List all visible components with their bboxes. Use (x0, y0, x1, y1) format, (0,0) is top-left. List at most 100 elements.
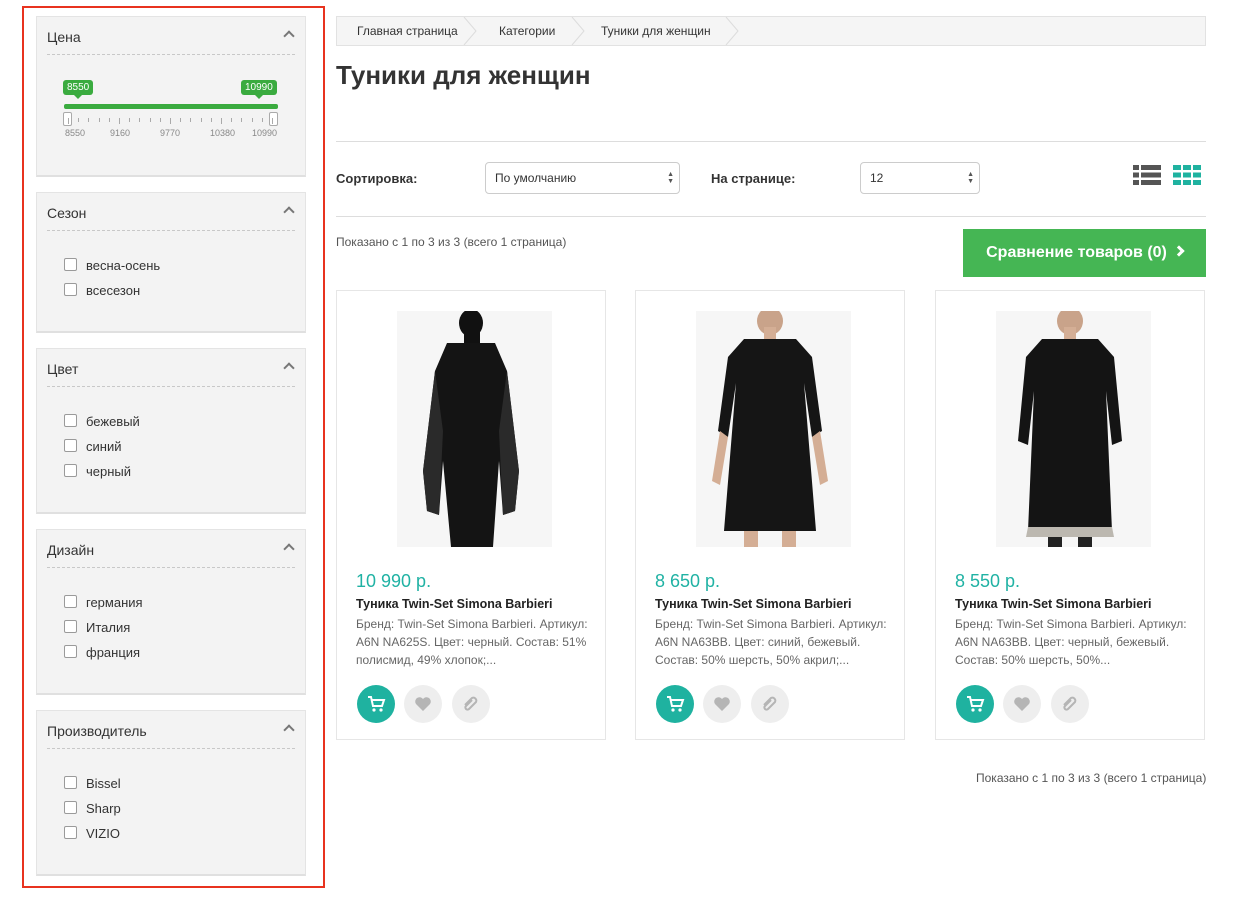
filter-option-label: синий (86, 439, 122, 454)
filter-option-label: Sharp (86, 801, 121, 816)
price-scale-tick (108, 118, 110, 122)
filter-option-label: VIZIO (86, 826, 120, 841)
results-count-bottom: Показано с 1 по 3 из 3 (всего 1 страница… (976, 771, 1207, 785)
price-scale-tick (68, 118, 69, 124)
compare-button[interactable] (1051, 685, 1089, 723)
breadcrumb-home[interactable]: Главная страница (357, 17, 458, 45)
price-scale-label: 10990 (252, 128, 278, 138)
filter-title: Сезон (47, 205, 87, 221)
filter-design: Дизайн германия Италия франция (36, 529, 306, 695)
price-scale-tick (190, 118, 192, 122)
filter-design-header[interactable]: Дизайн (47, 530, 295, 568)
checkbox[interactable] (64, 464, 77, 477)
add-to-cart-button[interactable] (656, 685, 694, 723)
price-scale-label: 9770 (160, 128, 181, 138)
product-name[interactable]: Туника Twin-Set Simona Barbieri (955, 597, 1152, 611)
filter-option-label: германия (86, 595, 143, 610)
paperclip-icon (1063, 696, 1077, 711)
filter-title: Производитель (47, 723, 147, 739)
checkbox[interactable] (64, 801, 77, 814)
price-min-badge: 8550 (63, 80, 94, 99)
grid-view-icon[interactable] (1173, 164, 1201, 186)
breadcrumb-separator-icon (725, 17, 739, 45)
add-to-cart-button[interactable] (956, 685, 994, 723)
product-card: 10 990 р. Туника Twin-Set Simona Barbier… (336, 290, 606, 740)
cart-icon (368, 696, 386, 712)
checkbox[interactable] (64, 826, 77, 839)
checkbox[interactable] (64, 776, 77, 789)
price-scale-tick (272, 118, 273, 124)
product-name[interactable]: Туника Twin-Set Simona Barbieri (356, 597, 553, 611)
price-scale-tick (251, 118, 253, 122)
price-scale-tick (98, 118, 100, 122)
chevron-right-icon (1173, 245, 1185, 257)
product-name[interactable]: Туника Twin-Set Simona Barbieri (655, 597, 852, 611)
chevron-up-icon[interactable] (283, 724, 295, 736)
filter-option-label: Bissel (86, 776, 121, 791)
paperclip-icon (763, 696, 777, 711)
product-description: Бренд: Twin-Set Simona Barbieri. Артикул… (955, 617, 1187, 667)
checkbox[interactable] (64, 620, 77, 633)
filter-manufacturer-header[interactable]: Производитель (47, 711, 295, 749)
filter-season-header[interactable]: Сезон (47, 193, 295, 231)
price-scale-tick (180, 118, 182, 122)
price-range-track[interactable] (64, 104, 278, 109)
chevron-up-icon[interactable] (283, 543, 295, 555)
breadcrumb: Главная страница Категории Туники для же… (336, 16, 1206, 46)
checkbox[interactable] (64, 595, 77, 608)
product-card: 8 550 р. Туника Twin-Set Simona Barbieri… (935, 290, 1205, 740)
checkbox[interactable] (64, 414, 77, 427)
product-image[interactable] (636, 311, 904, 547)
per-page-select[interactable]: 12 ▲ ▼ (860, 162, 980, 194)
price-scale-tick (129, 118, 131, 122)
breadcrumb-current[interactable]: Туники для женщин (601, 17, 711, 45)
price-scale-tick (210, 118, 212, 122)
chevron-up-icon[interactable] (283, 362, 295, 374)
price-scale-label: 9160 (110, 128, 131, 138)
price-scale-tick (231, 118, 233, 122)
filter-title: Цена (47, 29, 81, 45)
sort-select-value: По умолчанию (495, 171, 577, 185)
product-image[interactable] (936, 311, 1204, 547)
price-scale-tick (78, 118, 80, 122)
filter-option-label: всесезон (86, 283, 141, 298)
price-scale-label: 10380 (210, 128, 236, 138)
filter-option-label: бежевый (86, 414, 140, 429)
filter-title: Цвет (47, 361, 79, 377)
price-scale-tick (159, 118, 161, 122)
list-view-icon[interactable] (1133, 164, 1161, 186)
select-arrows-icon: ▲ ▼ (967, 171, 974, 185)
filter-option-label: весна-осень (86, 258, 161, 273)
sort-select[interactable]: По умолчанию ▲ ▼ (485, 162, 680, 194)
heart-icon (714, 697, 730, 711)
wishlist-button[interactable] (404, 685, 442, 723)
breadcrumb-separator-icon (463, 17, 477, 45)
filter-season: Сезон весна-осень всесезон (36, 192, 306, 333)
sort-label: Сортировка: (336, 171, 418, 186)
chevron-up-icon[interactable] (283, 30, 295, 42)
checkbox[interactable] (64, 283, 77, 296)
per-page-label: На странице: (711, 171, 796, 186)
wishlist-button[interactable] (1003, 685, 1041, 723)
product-card: 8 650 р. Туника Twin-Set Simona Barbieri… (635, 290, 905, 740)
filter-color-header[interactable]: Цвет (47, 349, 295, 387)
price-scale-tick (261, 118, 263, 122)
price-scale-label: 8550 (65, 128, 86, 138)
add-to-cart-button[interactable] (357, 685, 395, 723)
compare-button[interactable] (452, 685, 490, 723)
filter-price-header[interactable]: Цена (47, 17, 295, 55)
checkbox[interactable] (64, 258, 77, 271)
chevron-up-icon[interactable] (283, 206, 295, 218)
product-price: 8 550 р. (955, 571, 1021, 591)
cart-icon (967, 696, 985, 712)
heart-icon (415, 697, 431, 711)
wishlist-button[interactable] (703, 685, 741, 723)
compare-products-button[interactable]: Сравнение товаров (0) (963, 229, 1206, 277)
product-image[interactable] (337, 311, 605, 547)
checkbox[interactable] (64, 645, 77, 658)
breadcrumb-categories[interactable]: Категории (499, 17, 555, 45)
checkbox[interactable] (64, 439, 77, 452)
compare-button[interactable] (751, 685, 789, 723)
price-max-handle[interactable] (269, 112, 278, 126)
filter-title: Дизайн (47, 542, 95, 558)
